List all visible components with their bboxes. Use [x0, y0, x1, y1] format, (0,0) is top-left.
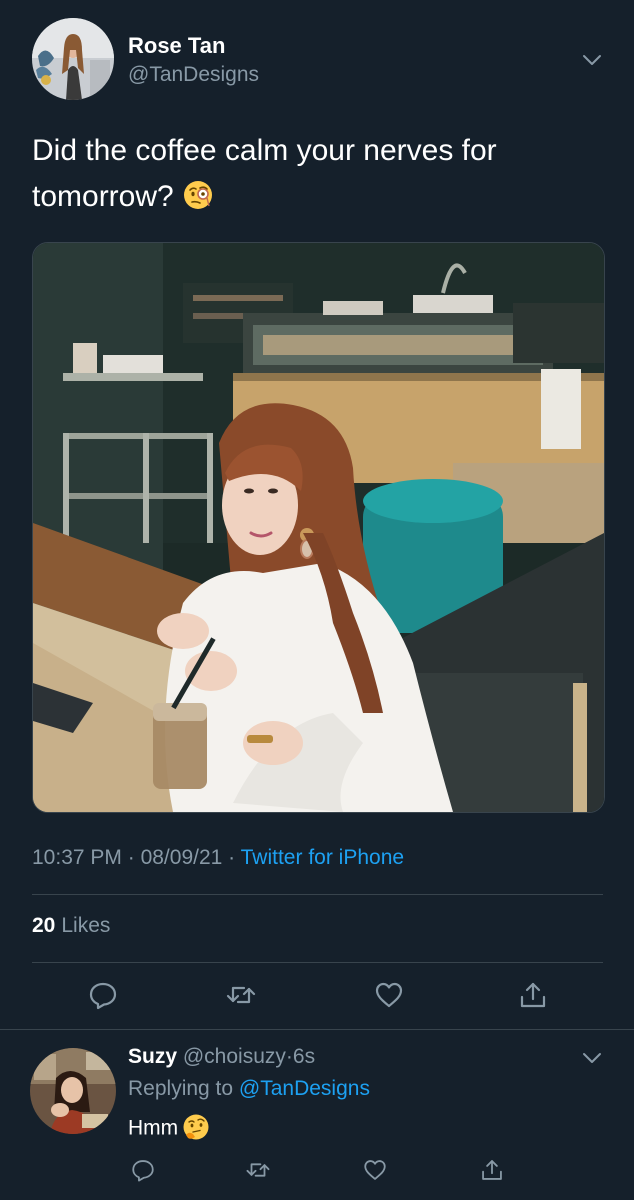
divider — [32, 962, 603, 963]
likes-label: Likes — [61, 914, 111, 937]
tweet-source-link[interactable]: Twitter for iPhone — [241, 846, 404, 869]
reply-body: Hmm — [128, 1116, 179, 1140]
author-handle[interactable]: @TanDesigns — [128, 63, 259, 87]
tweet-photo[interactable] — [32, 242, 605, 813]
likes-count: 20 — [32, 914, 56, 937]
monocle-face-emoji — [183, 181, 212, 210]
meta-separator: · — [127, 846, 135, 869]
section-divider — [0, 1029, 634, 1030]
reply-author-name[interactable]: Suzy — [128, 1045, 177, 1068]
tweet-meta: 10:37 PM · 08/09/21 · Twitter for iPhone — [32, 846, 404, 870]
reply-author-avatar[interactable] — [30, 1048, 116, 1134]
reply-icon[interactable] — [87, 979, 119, 1011]
reply-separator: · — [285, 1045, 293, 1068]
chevron-down-icon[interactable] — [580, 48, 604, 72]
tweet-text: Did the coffee calm your nerves for tomo… — [32, 128, 592, 220]
reply-author-handle[interactable]: @choisuzy — [183, 1045, 286, 1068]
tweet-date[interactable]: 08/09/21 — [141, 846, 223, 869]
replying-to: Replying to @TanDesigns — [128, 1077, 370, 1101]
tweet-detail-page: Rose Tan @TanDesigns Did the coffee calm… — [0, 0, 634, 1200]
replying-handle-link[interactable]: @TanDesigns — [239, 1077, 370, 1100]
author-name[interactable]: Rose Tan — [128, 33, 225, 59]
like-icon[interactable] — [373, 979, 405, 1011]
retweet-icon[interactable] — [225, 979, 257, 1011]
likes-stat[interactable]: 20 Likes — [32, 914, 110, 938]
retweet-icon[interactable] — [245, 1157, 271, 1183]
tweet-body: Did the coffee calm your nerves for tomo… — [32, 134, 497, 213]
replying-label: Replying to — [128, 1077, 234, 1100]
reply-header: Suzy @choisuzy·6s — [128, 1045, 315, 1069]
share-icon[interactable] — [479, 1157, 505, 1183]
thinking-face-emoji — [183, 1114, 209, 1140]
like-icon[interactable] — [362, 1157, 388, 1183]
chevron-down-icon[interactable] — [580, 1046, 604, 1070]
author-avatar[interactable] — [32, 18, 114, 100]
reply-text: Hmm — [128, 1114, 210, 1143]
share-icon[interactable] — [517, 979, 549, 1011]
divider — [32, 894, 603, 895]
reply-time[interactable]: 6s — [293, 1045, 315, 1068]
reply-icon[interactable] — [130, 1157, 156, 1183]
tweet-time[interactable]: 10:37 PM — [32, 846, 122, 869]
meta-separator-2: · — [228, 846, 236, 869]
